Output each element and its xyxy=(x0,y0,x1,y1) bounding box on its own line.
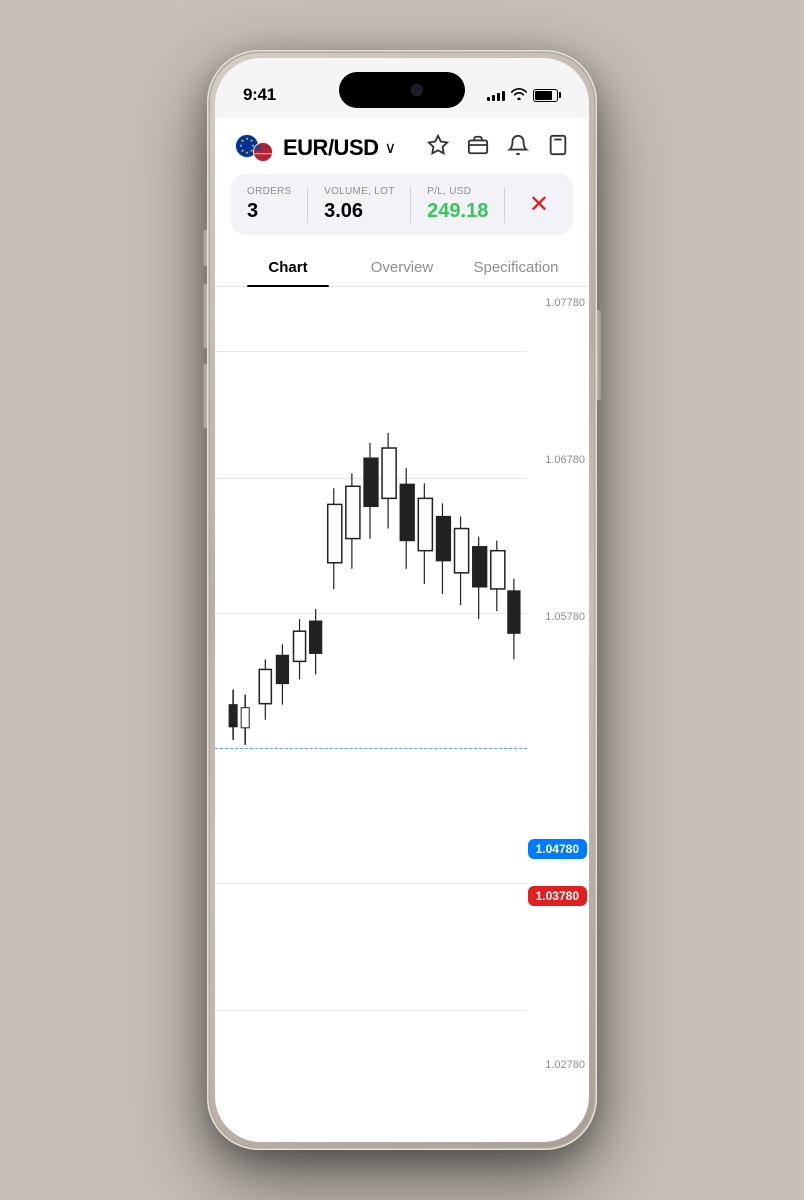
flag-pair: ★ ★ ★ ★ ★ ★ ★ ★ xyxy=(235,134,273,162)
price-label-6: 1.02780 xyxy=(527,1059,585,1071)
tabs: Chart Overview Specification xyxy=(215,249,589,287)
signal-bar-3 xyxy=(497,93,500,101)
stat-divider-2 xyxy=(410,187,411,223)
status-icons xyxy=(487,87,561,103)
signal-icon xyxy=(487,89,505,101)
orders-value: 3 xyxy=(247,200,292,223)
stat-divider-1 xyxy=(307,187,308,223)
svg-text:★: ★ xyxy=(241,148,245,153)
signal-bar-1 xyxy=(487,97,490,101)
price-labels: 1.07780 1.06780 1.05780 1.02780 xyxy=(527,287,585,1081)
stat-divider-3 xyxy=(504,187,505,223)
camera-dot xyxy=(411,84,423,96)
orders-label: ORDERS xyxy=(247,186,292,197)
candlestick-chart xyxy=(215,287,527,810)
chevron-down-icon[interactable]: ∨ xyxy=(385,138,397,158)
grid-line-5 xyxy=(215,883,527,884)
price-label-3: 1.05780 xyxy=(527,611,585,623)
signal-bar-4 xyxy=(502,91,505,101)
mute-button xyxy=(203,230,207,266)
bell-icon[interactable] xyxy=(507,134,529,162)
stats-bar: ORDERS 3 VOLUME, LOT 3.06 P/L, USD 249.1… xyxy=(231,174,573,235)
svg-text:★: ★ xyxy=(241,138,245,143)
dynamic-island xyxy=(339,72,465,108)
tab-overview[interactable]: Overview xyxy=(345,249,459,286)
status-time: 9:41 xyxy=(243,85,276,105)
pl-label: P/L, USD xyxy=(427,186,488,197)
tab-specification[interactable]: Specification xyxy=(459,249,573,286)
price-label-2: 1.06780 xyxy=(527,454,585,466)
header-icons xyxy=(427,134,569,162)
dotted-price-line xyxy=(215,748,527,749)
briefcase-icon[interactable] xyxy=(467,134,489,162)
close-button[interactable]: ✕ xyxy=(521,186,557,223)
us-flag xyxy=(253,142,273,162)
favorite-icon[interactable] xyxy=(427,134,449,162)
pair-left: ★ ★ ★ ★ ★ ★ ★ ★ xyxy=(235,134,396,162)
calculator-icon[interactable] xyxy=(547,134,569,162)
wifi-icon xyxy=(511,87,527,103)
volume-stat: VOLUME, LOT 3.06 xyxy=(324,186,395,223)
battery-icon xyxy=(533,89,561,102)
orders-stat: ORDERS 3 xyxy=(247,186,292,223)
pl-stat: P/L, USD 249.18 xyxy=(427,186,488,223)
pair-name: EUR/USD xyxy=(283,135,379,161)
volume-value: 3.06 xyxy=(324,200,395,223)
tab-chart[interactable]: Chart xyxy=(231,249,345,286)
power-button xyxy=(597,310,601,400)
volume-up-button xyxy=(203,284,207,348)
header: ★ ★ ★ ★ ★ ★ ★ ★ xyxy=(215,118,589,174)
pl-value: 249.18 xyxy=(427,200,488,223)
svg-text:★: ★ xyxy=(239,143,243,148)
chart-area: 1.04780 1.03780 1.07780 1.06780 1.05780 … xyxy=(215,287,589,1081)
price-label-1: 1.07780 xyxy=(527,297,585,309)
volume-down-button xyxy=(203,364,207,428)
phone-screen: 9:41 xyxy=(215,58,589,1142)
phone-frame: 9:41 xyxy=(207,50,597,1150)
svg-text:★: ★ xyxy=(245,150,249,155)
app-content: ★ ★ ★ ★ ★ ★ ★ ★ xyxy=(215,118,589,1142)
grid-line-6 xyxy=(215,1010,527,1011)
signal-bar-2 xyxy=(492,95,495,101)
volume-label: VOLUME, LOT xyxy=(324,186,395,197)
svg-text:★: ★ xyxy=(245,136,249,141)
